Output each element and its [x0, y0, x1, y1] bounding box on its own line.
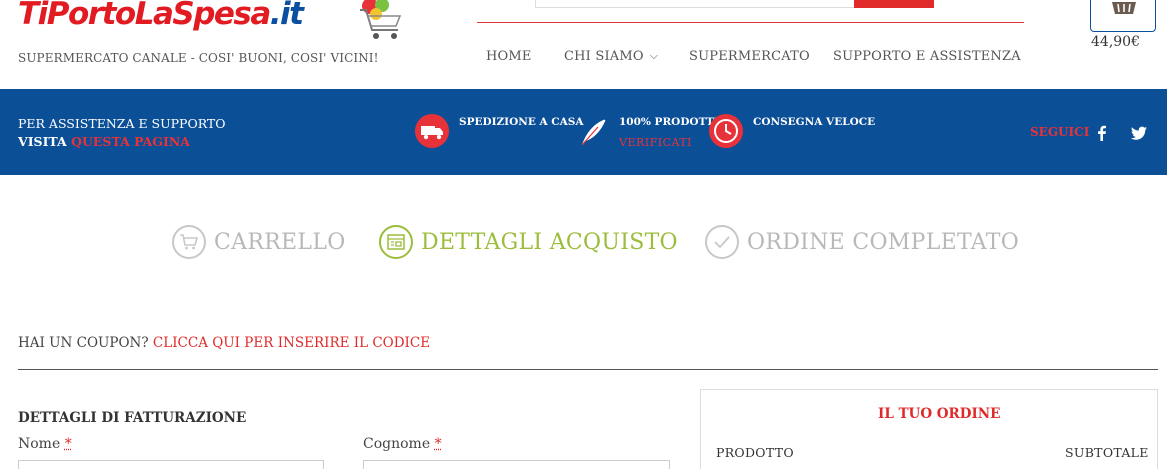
facebook-icon[interactable] [1093, 124, 1111, 142]
last-name-label: Cognome * [363, 436, 442, 452]
first-name-input[interactable] [18, 460, 324, 469]
order-column-subtotal: SUBTOTALE [1065, 445, 1149, 460]
required-mark: * [65, 436, 72, 452]
nav-item-chi-siamo[interactable]: CHI SIAMO ⌵ [564, 49, 658, 64]
cart-total[interactable]: 44,90€ [1091, 34, 1140, 50]
logo-main-text: TiPortoLaSpesa [18, 0, 270, 32]
assist-visit: VISITA QUESTA PAGINA [18, 134, 190, 149]
divider [18, 369, 1158, 370]
assist-visit-label: VISITA [18, 134, 67, 149]
nav-item-home[interactable]: HOME [486, 49, 532, 64]
cart-button[interactable] [1090, 0, 1156, 32]
truck-icon [415, 114, 449, 148]
feature-label: 100% PRODOTTI [619, 116, 719, 128]
feather-icon [576, 115, 610, 149]
step-ordine-completato[interactable]: ORDINE COMPLETATO [705, 225, 1019, 259]
step-label: DETTAGLI ACQUISTO [421, 230, 678, 255]
twitter-icon[interactable] [1130, 124, 1148, 142]
logo-tld-text: .it [270, 0, 303, 32]
step-dettagli-acquisto[interactable]: DETTAGLI ACQUISTO [379, 225, 678, 259]
assist-link[interactable]: QUESTA PAGINA [71, 134, 190, 149]
first-name-label-text: Nome [18, 436, 60, 452]
assist-text: PER ASSISTENZA E SUPPORTO [18, 116, 225, 131]
feature-label: SPEDIZIONE A CASA [459, 116, 584, 128]
nav-item-supermercato[interactable]: SUPERMERCATO [689, 49, 810, 64]
coupon-text: HAI UN COUPON? [18, 335, 149, 351]
check-icon [705, 225, 739, 259]
shopping-cart-logo-icon [356, 0, 406, 42]
chevron-down-icon: ⌵ [650, 49, 659, 63]
nav-divider [477, 22, 1024, 23]
last-name-label-text: Cognome [363, 436, 430, 452]
first-name-label: Nome * [18, 436, 72, 452]
feature-sublabel: VERIFICATI [619, 136, 692, 149]
feature-label: CONSEGNA VELOCE [753, 116, 875, 128]
cart-icon [172, 225, 206, 259]
last-name-input[interactable] [363, 460, 670, 469]
nav-item-label: CHI SIAMO [564, 49, 644, 64]
nav-item-supporto[interactable]: SUPPORTO E ASSISTENZA [833, 49, 1021, 64]
billing-title: DETTAGLI DI FATTURAZIONE [18, 410, 246, 426]
site-tagline: SUPERMERCATO CANALE - COSI' BUONI, COSI'… [18, 51, 379, 65]
follow-label: SEGUICI [1030, 125, 1089, 139]
logo-text: TiPortoLaSpesa.it [18, 0, 303, 32]
basket-icon [1109, 0, 1139, 16]
search-input[interactable] [535, 0, 855, 8]
coupon-notice: HAI UN COUPON? CLICCA QUI PER INSERIRE I… [18, 335, 430, 351]
step-label: ORDINE COMPLETATO [747, 230, 1019, 255]
search-button[interactable] [854, 0, 934, 8]
step-label: CARRELLO [214, 230, 346, 255]
step-carrello[interactable]: CARRELLO [172, 225, 346, 259]
order-title: IL TUO ORDINE [878, 406, 1000, 422]
form-icon [379, 225, 413, 259]
order-column-product: PRODOTTO [716, 445, 794, 460]
coupon-link[interactable]: CLICCA QUI PER INSERIRE IL CODICE [153, 335, 430, 351]
clock-icon [709, 114, 743, 148]
required-mark: * [435, 436, 442, 452]
